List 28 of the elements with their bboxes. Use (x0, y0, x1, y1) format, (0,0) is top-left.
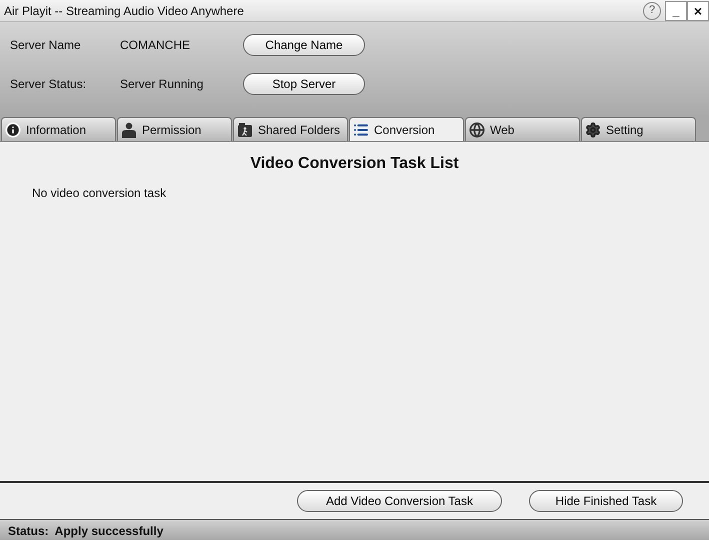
field-label: Server Status: (10, 76, 88, 93)
empty-message: No video conversion task (32, 185, 168, 202)
info-icon (5, 122, 21, 138)
status-label: Status: (8, 523, 49, 540)
window-title: Air Playit -- Streaming Audio Video Anywhere (4, 2, 244, 20)
tab[interactable]: Permission (117, 117, 232, 141)
hide-finished-button[interactable]: Hide Finished Task (529, 490, 683, 512)
field-value: COMANCHE (120, 37, 192, 54)
close-button[interactable]: × (687, 0, 709, 20)
list-icon (353, 122, 369, 138)
tab[interactable]: Web (465, 117, 580, 141)
add-task-button[interactable]: Add Video Conversion Task (297, 490, 502, 512)
server-action-button[interactable]: Change Name (243, 34, 365, 56)
server-action-button[interactable]: Stop Server (243, 73, 365, 95)
field-label: Server Name (10, 37, 82, 54)
help-button[interactable]: ? (643, 2, 661, 20)
gear-icon (585, 122, 601, 138)
tab[interactable]: Information (1, 117, 116, 141)
minimize-button[interactable]: _ (665, 0, 687, 20)
tab[interactable]: Conversion (349, 117, 464, 141)
content-heading: Video Conversion Task List (249, 154, 460, 174)
folder-icon (237, 122, 253, 138)
globe-icon (469, 122, 485, 138)
status-value: Apply successfully (54, 523, 164, 540)
field-value: Server Running (120, 76, 204, 93)
person-icon (121, 122, 137, 138)
tab[interactable]: Setting (581, 117, 696, 141)
tab[interactable]: Shared Folders (233, 117, 348, 141)
